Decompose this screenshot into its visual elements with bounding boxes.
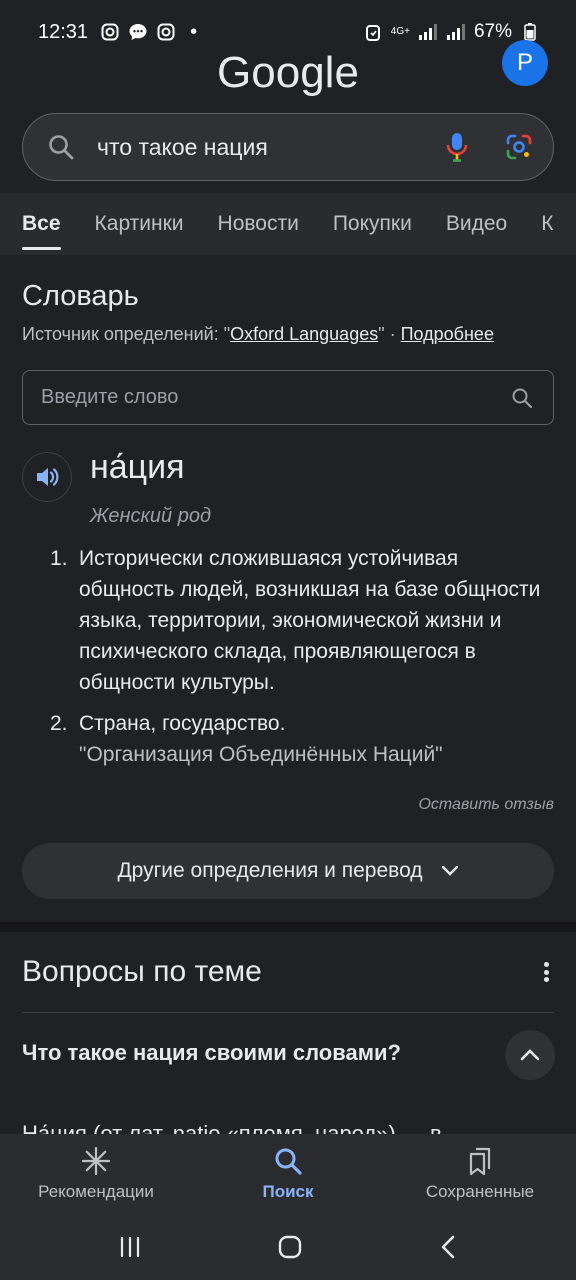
- definition-body: Страна, государство. "Организация Объеди…: [79, 708, 550, 770]
- nav-label: Сохраненные: [425, 1182, 535, 1201]
- dictionary-source: Источник определений: "Oxford Languages"…: [22, 324, 494, 345]
- more-definitions-label: Другие определения и перевод: [117, 859, 423, 882]
- google-logo[interactable]: Google: [0, 48, 576, 98]
- search-box[interactable]: что такое нация: [22, 113, 554, 181]
- system-navigation: [0, 1214, 576, 1280]
- status-left: 12:31 •: [38, 21, 197, 44]
- tab-shopping[interactable]: Покупки: [333, 202, 412, 246]
- pronunciation-button[interactable]: [22, 452, 72, 502]
- notification-dot: •: [190, 20, 198, 43]
- search-icon: [47, 133, 75, 161]
- nav-search[interactable]: Поиск: [192, 1134, 384, 1214]
- network-type: 4G+: [390, 26, 410, 37]
- answer-preview: На́ция (от лат. natio «племя, народ») — …: [22, 1121, 442, 1134]
- signal-icon: [418, 22, 438, 42]
- instagram-icon: [100, 22, 120, 42]
- definition-example: "Организация Объединённых Наций": [79, 743, 443, 766]
- word-input-box[interactable]: [22, 370, 554, 425]
- chevron-up-icon: [520, 1048, 540, 1062]
- collapse-button[interactable]: [505, 1030, 555, 1080]
- oxford-languages-link[interactable]: Oxford Languages: [230, 324, 378, 344]
- search-tabs: Все Картинки Новости Покупки Видео К: [0, 193, 576, 255]
- message-icon: [128, 22, 148, 42]
- search-icon[interactable]: [511, 387, 533, 409]
- instagram-icon: [156, 22, 176, 42]
- definition-item: 1. Исторически сложившаяся устойчивая об…: [50, 543, 550, 698]
- signal-icon: [446, 22, 466, 42]
- divider: [22, 1012, 554, 1013]
- home-icon[interactable]: [277, 1234, 303, 1260]
- tab-all[interactable]: Все: [22, 202, 61, 250]
- search-icon: [273, 1146, 303, 1176]
- status-right: 4G+ 67%: [363, 21, 540, 43]
- nav-label: Рекомендации: [38, 1182, 154, 1201]
- grammatical-gender: Женский род: [90, 505, 212, 527]
- source-prefix: Источник определений: ": [22, 324, 231, 344]
- word-input[interactable]: [41, 386, 511, 409]
- definition-text: Страна, государство.: [79, 712, 286, 735]
- tab-news[interactable]: Новости: [218, 202, 299, 246]
- bottom-navigation: Рекомендации Поиск Сохраненные: [0, 1134, 576, 1214]
- nav-saved[interactable]: Сохраненные: [384, 1134, 576, 1214]
- dictionary-title: Словарь: [22, 280, 139, 312]
- battery-percent: 67%: [473, 21, 512, 42]
- definition-number: 1.: [50, 547, 68, 570]
- battery-icon: [520, 22, 540, 42]
- back-icon[interactable]: [438, 1234, 458, 1260]
- tab-more[interactable]: К: [541, 202, 553, 246]
- tab-videos[interactable]: Видео: [446, 202, 507, 246]
- tab-images[interactable]: Картинки: [95, 202, 184, 246]
- recent-apps-icon[interactable]: [118, 1235, 142, 1259]
- feedback-link[interactable]: Оставить отзыв: [418, 796, 554, 814]
- avatar[interactable]: P: [502, 40, 548, 86]
- nav-label: Поиск: [262, 1182, 314, 1201]
- related-questions-title: Вопросы по теме: [22, 955, 262, 988]
- related-question[interactable]: Что такое нация своими словами?: [22, 1040, 401, 1066]
- definition-number: 2.: [50, 712, 68, 735]
- asterisk-icon: [81, 1146, 111, 1176]
- section-separator: [0, 922, 576, 932]
- definition-item: 2. Страна, государство. "Организация Объ…: [50, 708, 550, 770]
- status-time: 12:31: [38, 20, 89, 43]
- source-suffix: " ·: [378, 324, 401, 344]
- search-query[interactable]: что такое нация: [97, 134, 445, 161]
- bookmarks-icon: [465, 1146, 495, 1176]
- nav-recommendations[interactable]: Рекомендации: [0, 1134, 192, 1214]
- more-info-link[interactable]: Подробнее: [401, 324, 494, 344]
- speaker-icon: [34, 465, 60, 489]
- definition-text: Исторически сложившаяся устойчивая общно…: [79, 547, 541, 694]
- microphone-icon[interactable]: [445, 131, 469, 163]
- google-lens-icon[interactable]: [505, 133, 533, 161]
- more-options-icon[interactable]: [536, 960, 556, 984]
- headword: на́ция: [90, 448, 185, 486]
- chevron-down-icon: [441, 865, 459, 877]
- more-definitions-button[interactable]: Другие определения и перевод: [22, 843, 554, 899]
- alarm-icon: [363, 22, 383, 42]
